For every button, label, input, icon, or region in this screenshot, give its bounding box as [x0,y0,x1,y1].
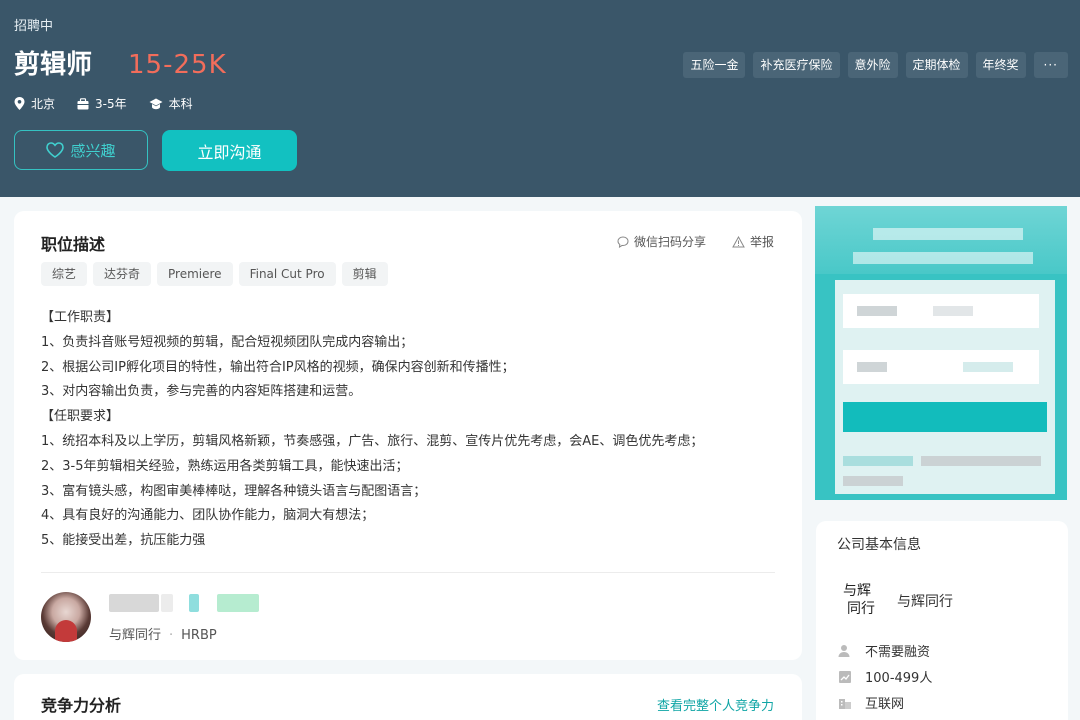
description-line: 4、具有良好的沟通能力、团队协作能力，脑洞大有想法； [41,508,375,524]
building-icon [839,698,851,709]
meta-education: 本科 [149,95,193,112]
skill-tag: 综艺 [41,262,88,286]
ad-header [815,206,1067,274]
heart-icon [46,142,65,158]
title-row: 剪辑师 15-25K [14,44,227,81]
blurred-text [843,456,913,466]
blurred-text [921,456,1041,466]
education-text: 本科 [168,97,193,111]
job-description-card: 职位描述 微信扫码分享 举报 综艺 达芬奇 Premiere Final Cut… [14,211,802,660]
company-size: 100-499人 [838,667,932,686]
ad-button [843,402,1047,432]
job-title: 剪辑师 [14,50,93,80]
description-line: 5、能接受出差，抗压能力强 [41,533,206,549]
company-funding: 不需要融资 [838,641,930,660]
skill-tag: Premiere [157,262,233,286]
recruiter-avatar[interactable] [41,592,91,642]
more-benefits-button[interactable]: ··· [1033,52,1068,78]
chat-now-button[interactable]: 立即沟通 [162,130,297,171]
interest-button[interactable]: 感兴趣 [14,130,148,170]
warning-icon [732,235,745,247]
chart-icon [839,670,851,683]
report-button[interactable]: 举报 [732,233,774,250]
blurred-text [857,306,897,316]
benefit-tag: 年终奖 [975,52,1026,78]
company-logo[interactable]: 与辉 同行 [838,576,884,622]
description-line: 【工作职责】 [41,310,120,325]
description-title: 职位描述 [41,235,106,254]
ad-field [843,294,1039,328]
description-line: 2、根据公司IP孵化项目的特性，输出符合IP风格的视频，确保内容创新和传播性； [41,359,515,375]
skill-tags: 综艺 达芬奇 Premiere Final Cut Pro 剪辑 [41,262,394,286]
job-header: 招聘中 剪辑师 15-25K 北京 3-5年 本科 五险一金 补充医疗保险 意外… [0,0,1080,197]
recruiter-company: 与辉同行 [109,628,162,643]
briefcase-icon [77,97,89,109]
description-text: 【工作职责】 1、负责抖音账号短视频的剪辑，配合短视频团队完成内容输出； 2、根… [41,306,781,554]
chat-bubble-icon [617,235,629,248]
graduation-cap-icon [149,98,163,109]
blurred-text [853,252,1033,264]
separator: · [169,628,174,643]
blurred-text [189,594,199,612]
skill-tag: 达芬奇 [93,262,152,286]
description-line: 2、3-5年剪辑相关经验，熟练运用各类剪辑工具，能快速出活； [41,458,409,474]
size-text: 100-499人 [865,671,933,686]
wechat-share-button[interactable]: 微信扫码分享 [617,233,706,250]
interest-label: 感兴趣 [70,141,116,160]
skill-tag: 剪辑 [341,262,388,286]
description-line: 3、对内容输出负责，参与完善的内容矩阵搭建和运营。 [41,384,362,400]
ad-form [835,280,1055,494]
logo-mark-text: 同行 [847,601,875,617]
ad-field [843,350,1039,384]
location-text: 北京 [31,97,56,111]
recruiter-role: HRBP [181,628,217,643]
company-logo-mark: 与辉 同行 [843,583,875,617]
job-status: 招聘中 [14,19,54,34]
blurred-text [843,476,903,486]
blurred-text [161,594,173,612]
divider [41,572,775,573]
description-line: 1、负责抖音账号短视频的剪辑，配合短视频团队完成内容输出； [41,334,414,350]
share-label: 微信扫码分享 [633,235,706,249]
competition-title: 竞争力分析 [41,696,122,715]
skill-tag: Final Cut Pro [238,262,336,286]
blurred-text [933,306,973,316]
benefit-tag: 定期体检 [905,52,968,78]
recruiter-meta: 与辉同行 · HRBP [109,624,217,643]
experience-text: 3-5年 [95,97,127,111]
blurred-text [873,228,1023,240]
blurred-text [217,594,259,612]
description-line: 【任职要求】 [41,409,120,425]
blurred-text [109,594,159,612]
description-line: 1、统招本科及以上学历，剪辑风格新颖，节奏感强，广告、旅行、混剪、宣传片优先考虑… [41,433,704,449]
blurred-text [857,362,887,372]
benefit-tag: 补充医疗保险 [753,52,840,78]
location-pin-icon [14,97,25,110]
blurred-ad-banner[interactable] [815,206,1067,500]
competition-card: 竞争力分析 查看完整个人竞争力 [14,674,802,720]
industry-text: 互联网 [865,697,905,712]
report-label: 举报 [749,235,774,249]
header-actions: 感兴趣 立即沟通 [14,130,297,171]
benefit-tag: 意外险 [847,52,898,78]
description-line: 3、富有镜头感，构图审美棒棒哒，理解各种镜头语言与配图语言； [41,483,427,499]
view-competitiveness-link[interactable]: 查看完整个人竞争力 [657,695,774,714]
benefit-tag: 五险一金 [683,52,746,78]
blurred-text [963,362,1013,372]
funding-text: 不需要融资 [865,645,931,660]
meta-experience: 3-5年 [77,95,127,112]
company-industry: 互联网 [838,693,904,712]
company-name[interactable]: 与辉同行 [897,591,953,611]
recruiter-name-blurred [109,594,259,612]
description-tools: 微信扫码分享 举报 [591,233,774,250]
benefits-list: 五险一金 补充医疗保险 意外险 定期体检 年终奖 ··· [675,52,1068,78]
company-info-card: 公司基本信息 与辉 同行 与辉同行 不需要融资 100-499人 互联网 [816,521,1068,720]
person-icon [838,644,850,657]
salary: 15-25K [128,50,227,80]
job-meta: 北京 3-5年 本科 [14,95,215,112]
company-info-title: 公司基本信息 [837,537,921,553]
meta-location: 北京 [14,95,55,112]
logo-mark-text: 与辉 [843,583,871,599]
